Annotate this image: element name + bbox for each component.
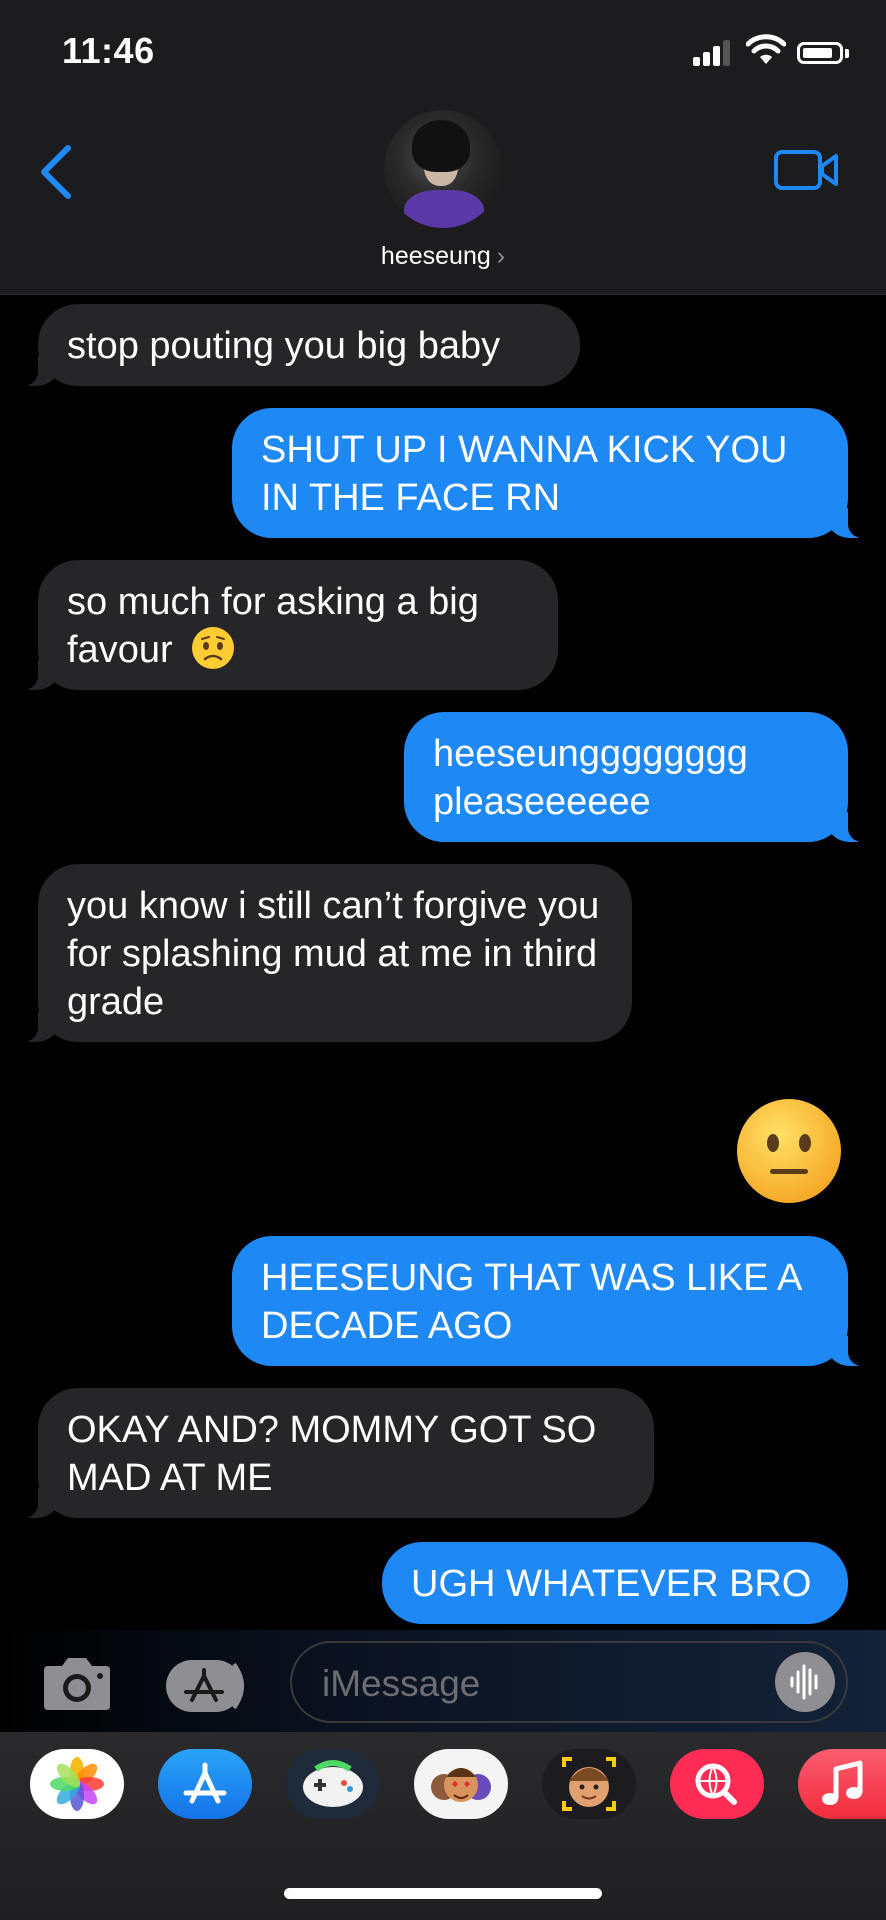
message-bubble-incoming[interactable]: OKAY AND? MOMMY GOT SO MAD AT ME (16, 1388, 654, 1518)
message-input-bar: iMessage (0, 1630, 886, 1732)
video-camera-icon[interactable] (774, 148, 840, 192)
worried-face-emoji (192, 627, 235, 669)
message-bubble-incoming[interactable]: stop pouting you big baby (16, 304, 580, 386)
search-images-app-icon[interactable] (670, 1749, 764, 1819)
wifi-icon (746, 34, 786, 64)
app-store-icon[interactable] (164, 1658, 252, 1714)
home-indicator[interactable] (284, 1888, 602, 1899)
game-app-icon[interactable] (286, 1749, 380, 1819)
message-bubble-outgoing[interactable]: HEESEUNG THAT WAS LIKE A DECADE AGO (232, 1236, 870, 1366)
battery-icon (797, 42, 843, 64)
message-bubble-incoming[interactable]: you know i still can’t forgive you for s… (16, 864, 632, 1042)
conversation-header: 11:46 heeseung › (0, 0, 886, 295)
message-bubble-outgoing[interactable]: heeseungggggggg pleaseeeeee (404, 712, 870, 842)
app-store-app-icon[interactable] (158, 1749, 252, 1819)
contact-avatar[interactable] (384, 110, 502, 228)
waveform-icon[interactable] (775, 1652, 835, 1712)
status-time: 11:46 (62, 30, 155, 71)
chevron-right-icon: › (496, 242, 506, 270)
photos-app-icon[interactable] (30, 1749, 124, 1819)
chevron-left-icon[interactable] (38, 144, 74, 200)
message-bubble-outgoing[interactable]: UGH WHATEVER BRO (382, 1542, 848, 1624)
message-bubble-outgoing[interactable]: SHUT UP I WANNA KICK YOU IN THE FACE RN (232, 408, 870, 538)
message-input[interactable]: iMessage (290, 1641, 848, 1723)
music-app-icon[interactable] (798, 1749, 886, 1819)
memoji-app-icon[interactable] (542, 1749, 636, 1819)
camera-icon[interactable] (40, 1656, 114, 1712)
cellular-signal-icon (693, 40, 733, 66)
neutral-face-emoji[interactable] (736, 1098, 842, 1204)
message-bubble-incoming[interactable]: so much for asking a big favour (16, 560, 558, 690)
memoji-stickers-app-icon[interactable] (414, 1749, 508, 1819)
contact-name[interactable]: heeseung › (0, 242, 886, 271)
